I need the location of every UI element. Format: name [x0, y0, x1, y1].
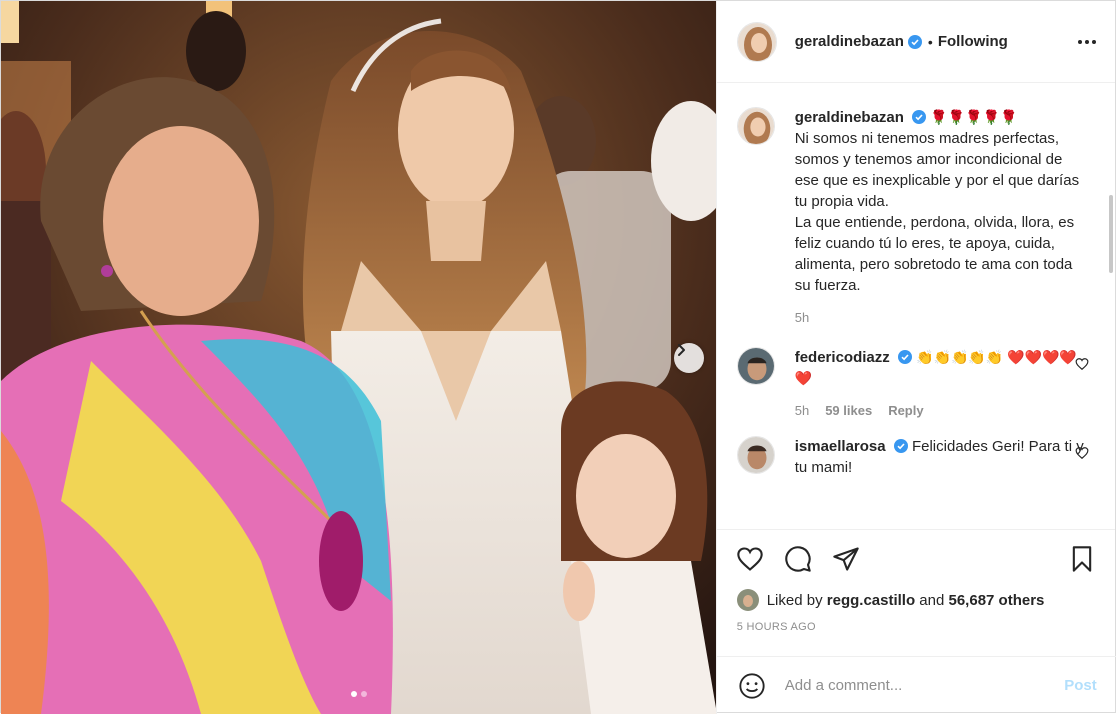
reply-button[interactable]: Reply: [888, 403, 923, 418]
comment-item: federicodiazz 👏👏👏👏👏 ❤️❤️❤️❤️❤️ 5h 59 lik…: [736, 347, 1115, 418]
post-actions: [716, 529, 1115, 587]
instagram-post: geraldinebazan • Following geraldinebaza…: [0, 0, 1116, 714]
avatar-image: [737, 22, 776, 61]
like-comment-heart-icon[interactable]: [1075, 446, 1089, 460]
share-button[interactable]: [831, 544, 861, 574]
avatar-image: [737, 437, 774, 473]
comment-bubble-icon: [784, 545, 811, 572]
heart-icon: [737, 546, 763, 571]
emoji-button[interactable]: [737, 671, 767, 701]
comment-likes[interactable]: 59 likes: [825, 403, 872, 418]
paper-plane-icon: [833, 546, 859, 571]
more-options-button[interactable]: [1075, 30, 1099, 54]
caption-text: Ni somos ni tenemos madres perfectas, so…: [794, 130, 1080, 294]
author-username[interactable]: geraldinebazan: [795, 33, 904, 50]
post-side-panel: geraldinebazan • Following geraldinebaza…: [715, 1, 1116, 714]
avatar-image: [737, 108, 774, 144]
next-photo-button[interactable]: [674, 343, 704, 373]
separator-dot: •: [927, 33, 933, 50]
post-header: geraldinebazan • Following: [716, 1, 1115, 83]
smiley-icon: [739, 672, 765, 699]
comment-input[interactable]: [784, 677, 1065, 694]
author-avatar[interactable]: [736, 21, 777, 62]
post-timestamp[interactable]: 5 HOURS AGO: [717, 621, 1115, 639]
verified-badge-icon: [897, 350, 912, 364]
photo-illustration: [1, 1, 716, 714]
comment-username[interactable]: ismaellarosa: [795, 438, 886, 455]
add-comment-bar: Post: [716, 656, 1116, 714]
like-button[interactable]: [735, 544, 765, 574]
comment-button[interactable]: [783, 544, 813, 574]
post-comment-button[interactable]: Post: [1064, 677, 1097, 694]
caption-time[interactable]: 5h: [795, 310, 809, 325]
carousel-dot-active: [351, 691, 357, 697]
carousel-dot: [361, 691, 367, 697]
more-horizontal-icon: [1078, 39, 1096, 44]
chevron-right-icon: [678, 344, 685, 356]
avatar-image: [737, 348, 774, 384]
caption: geraldinebazan 🌹🌹🌹🌹🌹 Ni somos ni tenemos…: [736, 107, 1115, 325]
comment-meta: 5h 59 likes Reply: [795, 403, 1085, 418]
likes-others[interactable]: 56,687 others: [949, 592, 1045, 609]
bookmark-icon: [1072, 545, 1092, 572]
caption-username[interactable]: geraldinebazan: [795, 109, 904, 126]
liked-by-label: Liked by: [766, 591, 823, 609]
likes-and: and: [919, 591, 945, 609]
liker-avatar[interactable]: [736, 589, 759, 611]
avatar-image: [736, 589, 759, 611]
comments-list[interactable]: geraldinebazan 🌹🌹🌹🌹🌹 Ni somos ni tenemos…: [717, 83, 1115, 529]
save-button[interactable]: [1067, 544, 1097, 574]
caption-meta: 5h: [795, 310, 1085, 325]
commenter-avatar[interactable]: [736, 347, 775, 385]
verified-badge-icon: [907, 34, 922, 49]
commenter-avatar[interactable]: [736, 436, 775, 474]
post-photo[interactable]: [1, 1, 716, 714]
verified-badge-icon: [912, 110, 927, 124]
verified-badge-icon: [893, 439, 908, 453]
caption-avatar[interactable]: [736, 107, 775, 145]
caption-emojis: 🌹🌹🌹🌹🌹: [930, 109, 1018, 125]
likes-summary: Liked by regg.castillo and 56,687 others: [717, 587, 1115, 613]
comment-username[interactable]: federicodiazz: [795, 349, 890, 366]
comment-time[interactable]: 5h: [795, 403, 809, 418]
like-comment-heart-icon[interactable]: [1075, 357, 1089, 371]
liked-by-user[interactable]: regg.castillo: [827, 592, 915, 609]
carousel-indicator: [1, 691, 716, 697]
following-button[interactable]: Following: [938, 33, 1008, 50]
comment-item: ismaellarosa Felicidades Geri! Para ti y…: [736, 436, 1115, 478]
